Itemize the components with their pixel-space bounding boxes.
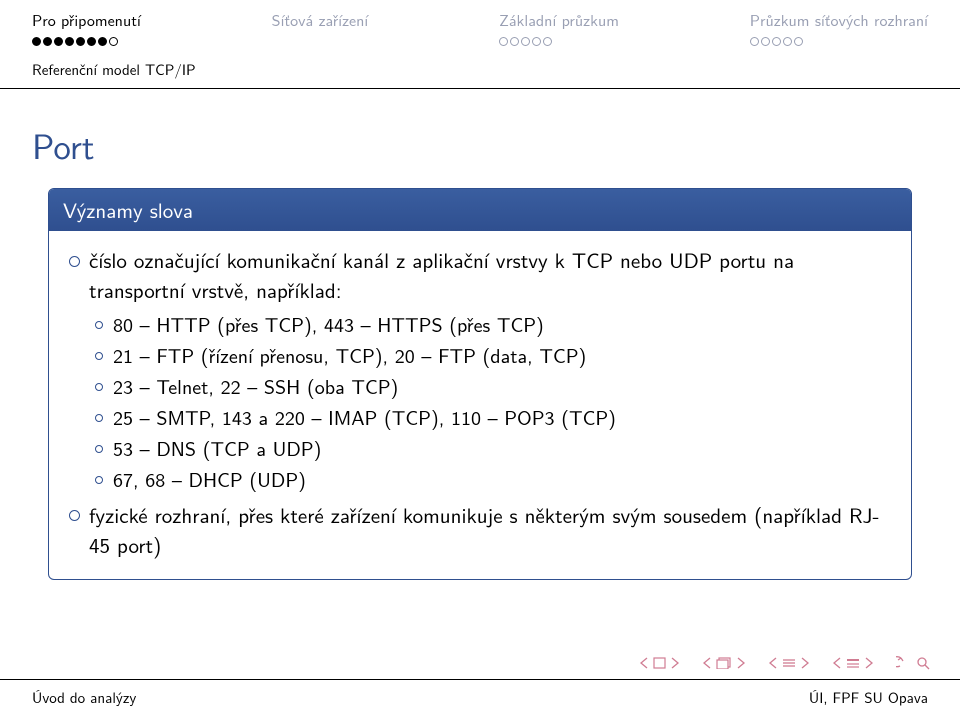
block-sublist: 80 – HTTP (přes TCP), 443 – HTTPS (přes …: [89, 310, 895, 494]
frame-title: Port: [0, 89, 960, 180]
nav-next-section-icon[interactable]: [864, 657, 874, 669]
nav-section-group[interactable]: [832, 657, 874, 669]
nav-section-progress: [750, 37, 803, 46]
nav-prev-frame-icon[interactable]: [702, 657, 712, 669]
nav-frame-group[interactable]: [702, 657, 746, 669]
progress-dot: [76, 37, 85, 46]
nav-back-icon[interactable]: [896, 656, 912, 670]
progress-dot: [65, 37, 74, 46]
nav-slide-group[interactable]: [639, 657, 680, 669]
progress-dot: [43, 37, 52, 46]
nav-next-frame-icon[interactable]: [736, 657, 746, 669]
progress-dot: [772, 37, 781, 46]
nav-subsection-icon[interactable]: [782, 657, 796, 669]
footer-right: ÚI, FPF SU Opava: [809, 686, 928, 708]
nav-frame-icon[interactable]: [716, 657, 732, 669]
nav-section-label: Základní průzkum: [499, 8, 619, 31]
block-subitem: 67, 68 – DHCP (UDP): [89, 465, 895, 494]
nav-section[interactable]: Základní průzkum: [499, 8, 619, 46]
block-item: číslo označující komunikační kanál z apl…: [65, 245, 895, 494]
nav-section-label: Průzkum síťových rozhraní: [750, 8, 928, 31]
block-subitem: 80 – HTTP (přes TCP), 443 – HTTPS (přes …: [89, 310, 895, 339]
progress-dot: [499, 37, 508, 46]
nav-section-label: Pro připomenutí: [32, 8, 141, 31]
block-item: fyzické rozhraní, přes které zařízení ko…: [65, 500, 895, 561]
progress-dot: [794, 37, 803, 46]
progress-dot: [543, 37, 552, 46]
block-body: číslo označující komunikační kanál z apl…: [49, 231, 911, 579]
progress-dot: [750, 37, 759, 46]
nav-section-label: Síťová zařízení: [272, 8, 369, 31]
slide: Pro připomenutí Síťová zařízení Základní p…: [0, 0, 960, 718]
nav-section[interactable]: Síťová zařízení: [272, 8, 369, 46]
nav-section[interactable]: Průzkum síťových rozhraní: [750, 8, 928, 46]
progress-dot: [87, 37, 96, 46]
nav-prev-slide-icon[interactable]: [639, 657, 649, 669]
nav-prev-section-icon[interactable]: [832, 657, 842, 669]
nav-prev-subsection-icon[interactable]: [768, 657, 778, 669]
progress-dot: [532, 37, 541, 46]
block-subitem: 53 – DNS (TCP a UDP): [89, 434, 895, 463]
progress-dot: [98, 37, 107, 46]
nav-sections: Pro připomenutí Síťová zařízení Základní p…: [0, 0, 960, 46]
block-subitem: 23 – Telnet, 22 – SSH (oba TCP): [89, 372, 895, 401]
nav-section-icon[interactable]: [846, 657, 860, 669]
nav-subsection: Referenční model TCP/IP: [0, 46, 960, 80]
block: Významy slova číslo označující komunikač…: [48, 188, 912, 580]
nav-subsection-group[interactable]: [768, 657, 810, 669]
nav-next-subsection-icon[interactable]: [800, 657, 810, 669]
footer: Úvod do analýzy ÚI, FPF SU Opava: [0, 679, 960, 718]
block-title: Významy slova: [49, 189, 911, 231]
block-subitem: 21 – FTP (řízení přenosu, TCP), 20 – FTP…: [89, 341, 895, 370]
beamer-nav-symbols[interactable]: [639, 656, 930, 670]
block-subitem: 25 – SMTP, 143 a 220 – IMAP (TCP), 110 –…: [89, 403, 895, 432]
nav-slide-icon[interactable]: [653, 657, 666, 669]
progress-dot: [510, 37, 519, 46]
nav-section[interactable]: Pro připomenutí: [32, 8, 141, 46]
progress-dot: [783, 37, 792, 46]
nav-misc-group[interactable]: [896, 656, 930, 670]
block-item-text: číslo označující komunikační kanál z apl…: [89, 245, 794, 305]
progress-dot: [109, 37, 118, 46]
nav-section-progress: [499, 37, 552, 46]
footer-left: Úvod do analýzy: [32, 686, 136, 708]
progress-dot: [761, 37, 770, 46]
progress-dot: [54, 37, 63, 46]
nav-section-progress: [32, 37, 118, 46]
block-item-text: fyzické rozhraní, přes které zařízení ko…: [89, 500, 879, 560]
nav-search-icon[interactable]: [916, 656, 930, 670]
progress-dot: [521, 37, 530, 46]
nav-next-slide-icon[interactable]: [670, 657, 680, 669]
progress-dot: [32, 37, 41, 46]
